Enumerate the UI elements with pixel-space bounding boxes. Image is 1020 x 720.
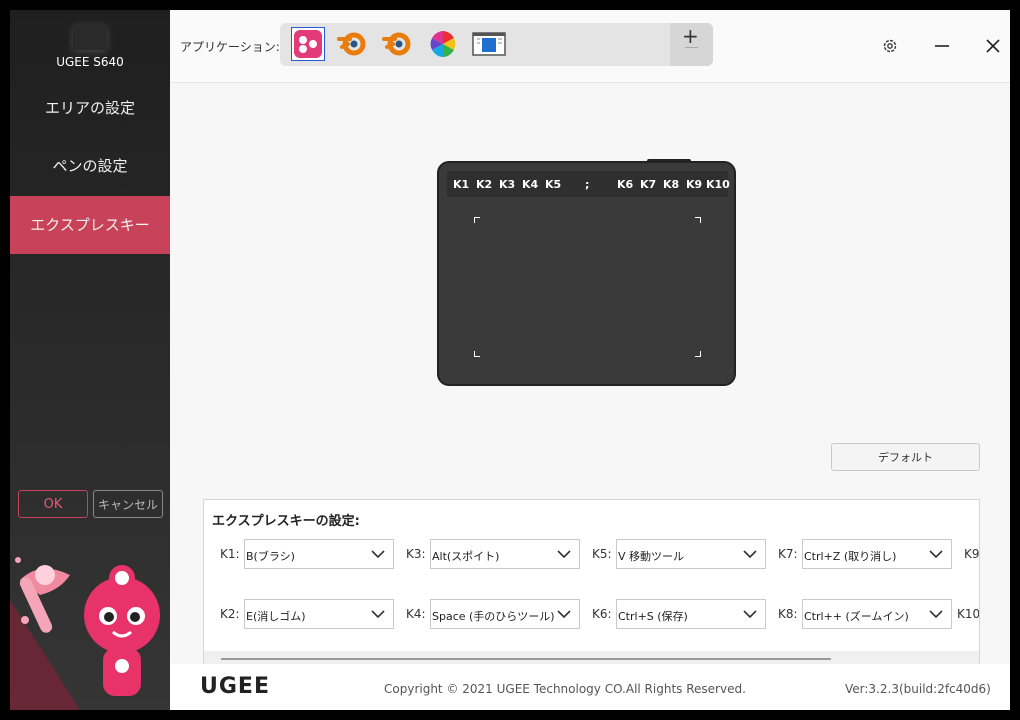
key-k5[interactable]: K5 — [545, 178, 561, 191]
chevron-down-icon — [929, 550, 943, 559]
app-pink-icon[interactable] — [291, 27, 325, 61]
footer: UGEE Copyright © 2021 UGEE Technology CO… — [170, 664, 1010, 710]
k10-label: K10 — [957, 607, 980, 621]
k6-value: Ctrl+S (保存) — [618, 610, 688, 623]
k8-label: K8: — [778, 607, 798, 621]
cancel-button[interactable]: キャンセル — [93, 490, 163, 518]
mascot-illustration — [10, 557, 160, 710]
k7-dropdown[interactable]: Ctrl+Z (取り消し) — [802, 539, 952, 569]
key-k2[interactable]: K2 — [476, 178, 492, 191]
remove-application-icon[interactable] — [685, 47, 698, 48]
device-name: UGEE S640 — [56, 55, 124, 69]
key-k3[interactable]: K3 — [499, 178, 515, 191]
k3-label: K3: — [406, 547, 426, 561]
app-color-wheel-icon[interactable] — [426, 27, 460, 61]
k3-value: Alt(スポイト) — [432, 550, 500, 563]
chevron-down-icon — [929, 610, 943, 619]
k3-dropdown[interactable]: Alt(スポイト) — [430, 539, 580, 569]
k2-dropdown[interactable]: E(消しゴム) — [244, 599, 394, 629]
key-k6[interactable]: K6 — [617, 178, 633, 191]
key-k8[interactable]: K8 — [663, 178, 679, 191]
k9-label: K9 — [964, 547, 980, 561]
k7-label: K7: — [778, 547, 798, 561]
key-k10[interactable]: K10 — [706, 178, 730, 191]
k1-dropdown[interactable]: B(ブラシ) — [244, 539, 394, 569]
app-blender-icon[interactable] — [336, 27, 370, 61]
application-list: + — [280, 23, 713, 66]
k5-dropdown[interactable]: V 移動ツール — [616, 539, 766, 569]
k1-value: B(ブラシ) — [246, 550, 295, 563]
key-k7[interactable]: K7 — [640, 178, 656, 191]
ok-button[interactable]: OK — [18, 490, 88, 518]
chevron-down-icon — [743, 610, 757, 619]
active-area-corner — [695, 351, 701, 357]
minimize-icon[interactable] — [933, 37, 951, 55]
plus-icon: + — [682, 24, 699, 48]
app-window-icon[interactable] — [472, 27, 506, 61]
chevron-down-icon — [557, 610, 571, 619]
k5-value: V 移動ツール — [618, 550, 685, 563]
app-window: UGEE S640 エリアの設定 ペンの設定 エクスプレスキー OK キャンセル — [10, 10, 1010, 710]
device-thumbnail — [73, 24, 107, 50]
k2-value: E(消しゴム) — [246, 610, 306, 623]
active-area-corner — [474, 217, 480, 223]
application-toolbar: アプリケーション: + — [170, 10, 1010, 83]
copyright-text: Copyright © 2021 UGEE Technology CO.All … — [384, 682, 746, 696]
key-separator: ; — [585, 178, 590, 191]
tablet-top-edge — [647, 159, 691, 163]
k4-label: K4: — [406, 607, 426, 621]
chevron-down-icon — [371, 550, 385, 559]
scrollbar-thumb[interactable] — [221, 658, 831, 660]
settings-title: エクスプレスキーの設定: — [212, 514, 360, 529]
sidebar: UGEE S640 エリアの設定 ペンの設定 エクスプレスキー OK キャンセル — [10, 10, 170, 710]
k1-label: K1: — [220, 547, 240, 561]
chevron-down-icon — [743, 550, 757, 559]
key-k4[interactable]: K4 — [522, 178, 538, 191]
k7-value: Ctrl+Z (取り消し) — [804, 550, 897, 563]
k2-label: K2: — [220, 607, 240, 621]
k4-value: Space (手のひらツール) — [432, 610, 555, 623]
express-key-settings-panel: エクスプレスキーの設定: K1: B(ブラシ) K3: Alt(スポイト) K5… — [203, 499, 980, 679]
tablet-preview: K1 K2 K3 K4 K5 ; K6 K7 K8 K9 K10 — [437, 159, 736, 386]
version-text: Ver:3.2.3(build:2fc40d6) — [845, 682, 991, 696]
app-blender-icon-2[interactable] — [381, 27, 415, 61]
close-icon[interactable] — [984, 37, 1002, 55]
k6-dropdown[interactable]: Ctrl+S (保存) — [616, 599, 766, 629]
chevron-down-icon — [557, 550, 571, 559]
ugee-logo: UGEE — [200, 674, 270, 699]
k5-label: K5: — [592, 547, 612, 561]
active-area-corner — [695, 217, 701, 223]
k6-label: K6: — [592, 607, 612, 621]
chevron-down-icon — [371, 610, 385, 619]
gear-icon[interactable] — [881, 37, 899, 55]
express-key-bar: K1 K2 K3 K4 K5 ; K6 K7 K8 K9 K10 — [447, 171, 730, 197]
active-area-corner — [474, 351, 480, 357]
sidebar-item-pen-settings[interactable]: ペンの設定 — [10, 137, 170, 195]
k8-dropdown[interactable]: Ctrl++ (ズームイン) — [802, 599, 952, 629]
k8-value: Ctrl++ (ズームイン) — [804, 610, 909, 623]
k4-dropdown[interactable]: Space (手のひらツール) — [430, 599, 580, 629]
application-label: アプリケーション: — [180, 40, 280, 54]
key-k9[interactable]: K9 — [686, 178, 702, 191]
sidebar-item-area-settings[interactable]: エリアの設定 — [10, 79, 170, 137]
default-button[interactable]: デフォルト — [831, 443, 980, 471]
add-application-button[interactable]: + — [670, 23, 713, 66]
sidebar-item-express-keys[interactable]: エクスプレスキー — [10, 196, 170, 254]
key-k1[interactable]: K1 — [453, 178, 469, 191]
